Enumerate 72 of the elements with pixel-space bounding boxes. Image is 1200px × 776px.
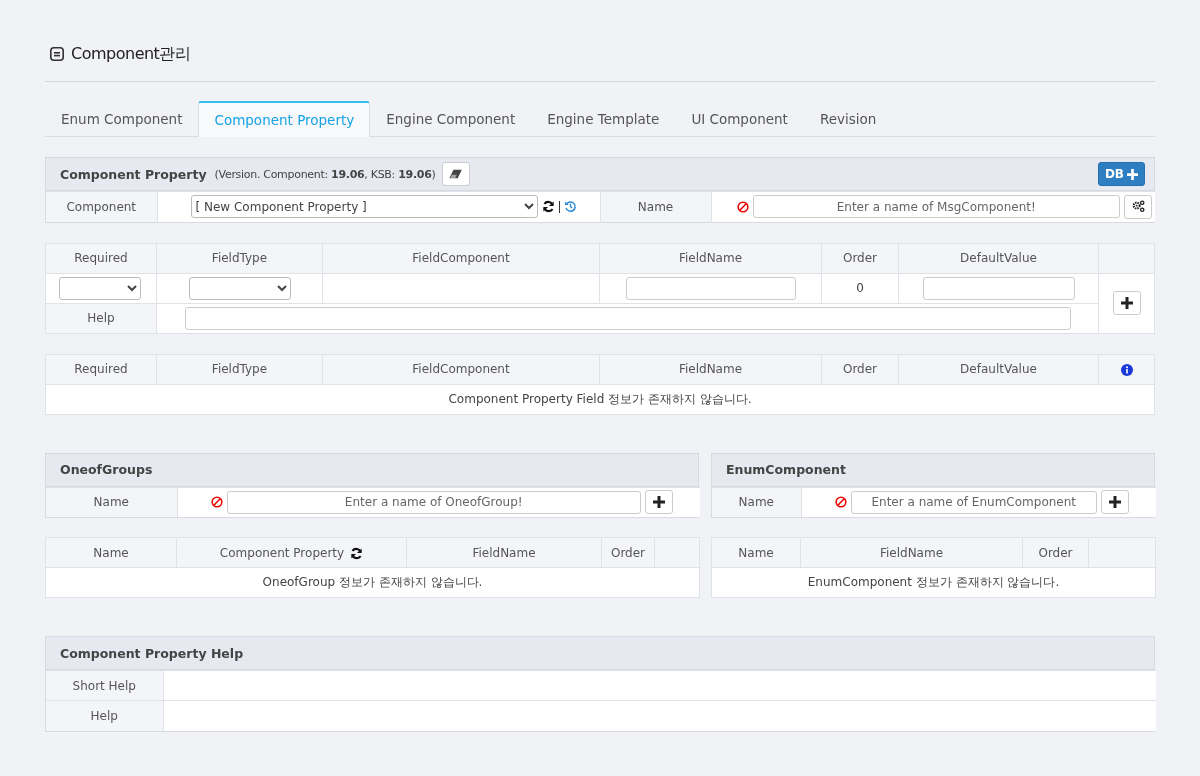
column-header: DefaultValue <box>960 362 1037 376</box>
refresh-icon <box>350 546 364 560</box>
tab[interactable]: Enum Component <box>45 101 199 137</box>
db-button[interactable]: DB <box>1097 162 1145 186</box>
order-value: 0 <box>856 281 864 295</box>
text-area[interactable] <box>163 670 1156 701</box>
column-header: Required <box>74 251 128 265</box>
gears-icon <box>1131 200 1145 214</box>
field-label: Component <box>66 199 137 214</box>
column-header: Name <box>738 545 774 560</box>
column-header: Component Property <box>219 545 345 560</box>
column-header: FieldComponent <box>412 362 510 376</box>
name-field[interactable]: Enter a name of MsgComponent! <box>752 195 1120 219</box>
fieldtype-select[interactable] <box>188 276 291 300</box>
column-header: FieldName <box>678 362 743 376</box>
panel-title: Component Property <box>60 166 207 182</box>
name-field[interactable]: Enter a name of EnumComponent <box>850 490 1097 514</box>
help-field[interactable] <box>185 306 1071 330</box>
version-note: (Version. Component: 19.06, KSB: 19.06) <box>214 167 436 181</box>
empty-message: OneofGroup 정보가 존재하지 않습니다. <box>262 575 483 589</box>
panel-title: Component Property Help <box>60 645 244 661</box>
panel-title: OneofGroups <box>60 462 153 477</box>
column-header: FieldName <box>472 545 536 560</box>
field-label: Short Help <box>72 678 136 693</box>
plus-icon <box>1109 496 1121 509</box>
add-button[interactable] <box>1112 291 1141 315</box>
panel-title: EnumComponent <box>726 462 846 477</box>
field-label: Name <box>738 495 774 510</box>
settings-button[interactable] <box>1124 194 1152 219</box>
column-header: Name <box>93 545 129 560</box>
eraser-icon <box>448 169 463 179</box>
tab[interactable]: Engine Component <box>370 101 532 137</box>
column-header: Order <box>610 545 646 560</box>
column-header: Required <box>74 362 128 376</box>
fieldname-field[interactable] <box>625 276 796 300</box>
ban-icon <box>834 496 847 509</box>
field-label: Name <box>637 199 674 214</box>
history-icon <box>563 200 577 214</box>
column-header: Order <box>842 362 878 376</box>
column-header: DefaultValue <box>960 251 1037 265</box>
component-select[interactable]: [ New Component Property ] <box>190 195 538 219</box>
required-select[interactable] <box>59 276 141 300</box>
column-header: Order <box>842 251 878 265</box>
add-button[interactable] <box>1101 490 1129 515</box>
column-header: FieldType <box>211 251 268 265</box>
eraser-button[interactable] <box>441 162 470 186</box>
field-label: Name <box>93 495 129 510</box>
add-button[interactable] <box>645 490 673 515</box>
window-icon <box>50 47 64 61</box>
page-title: Component관리 <box>71 43 191 65</box>
column-header: FieldName <box>879 545 944 560</box>
tab[interactable]: Engine Template <box>531 101 676 137</box>
tab[interactable]: UI Component <box>675 101 804 137</box>
empty-message: EnumComponent 정보가 존재하지 않습니다. <box>807 575 1060 589</box>
tab[interactable]: Revision <box>803 101 893 137</box>
plus-icon <box>1120 297 1133 309</box>
name-field[interactable]: Enter a name of OneofGroup! <box>226 490 641 514</box>
text-area[interactable] <box>163 700 1156 731</box>
info-icon <box>1120 363 1133 376</box>
plus-icon <box>1127 168 1138 180</box>
default-value-field[interactable] <box>922 276 1075 300</box>
column-header: FieldComponent <box>412 251 510 265</box>
column-header: Order <box>1038 545 1073 560</box>
field-label: Help <box>90 708 118 723</box>
field-label: Help <box>87 311 115 325</box>
ban-icon <box>210 496 223 509</box>
column-header: FieldType <box>211 362 268 376</box>
plus-icon <box>653 496 665 509</box>
column-header: FieldName <box>678 251 743 265</box>
empty-message: Component Property Field 정보가 존재하지 않습니다. <box>448 391 752 406</box>
ban-icon <box>736 200 749 213</box>
refresh-icon <box>541 200 555 214</box>
